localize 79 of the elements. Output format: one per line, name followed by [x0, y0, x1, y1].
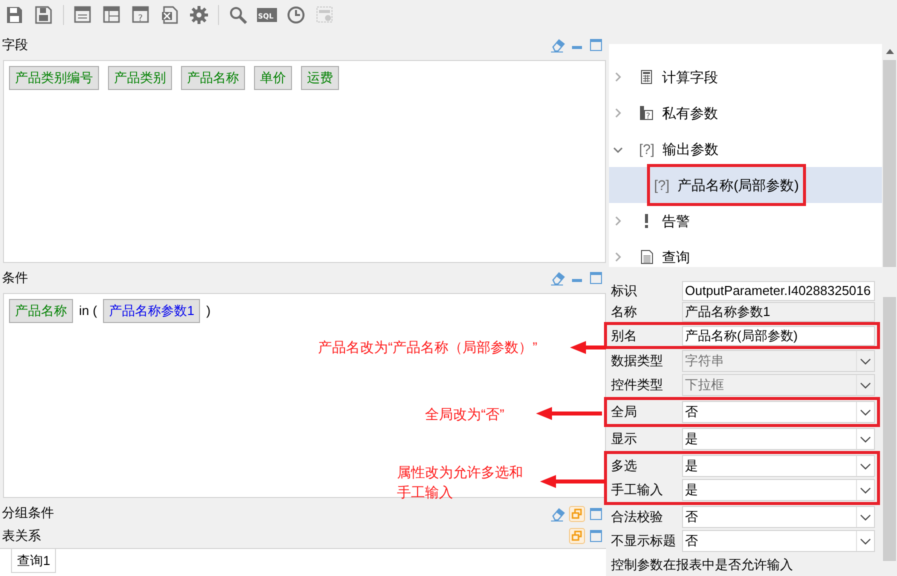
- chevron-down-icon[interactable]: [856, 531, 874, 551]
- search-icon[interactable]: [228, 5, 248, 25]
- eraser-icon[interactable]: [550, 270, 566, 286]
- property-label: 别名: [610, 326, 638, 345]
- tree-item[interactable]: 查询: [609, 239, 882, 267]
- panel-title: 字段: [2, 36, 28, 54]
- chevron-down-icon[interactable]: [856, 480, 874, 500]
- property-label: 手工输入: [610, 481, 664, 500]
- layout-icon[interactable]: [73, 5, 93, 25]
- tree-item[interactable]: ? 私有参数: [609, 95, 882, 131]
- query-tab[interactable]: 查询1: [11, 549, 56, 573]
- chevron-down-icon[interactable]: [856, 456, 874, 476]
- property-dropdown[interactable]: 是: [682, 428, 875, 450]
- property-dropdown[interactable]: 否: [682, 401, 875, 423]
- property-label: 标识: [610, 282, 638, 300]
- bracket-question-icon: [?]: [654, 174, 670, 196]
- annotation-text: 全局改为“否”: [425, 405, 504, 424]
- eraser-icon[interactable]: [550, 506, 566, 522]
- maximize-icon[interactable]: [588, 506, 604, 522]
- operator-text: ): [206, 302, 211, 320]
- property-label: 名称: [610, 302, 638, 321]
- tree-item[interactable]: 告警: [609, 203, 882, 239]
- property-label: 显示: [610, 430, 638, 448]
- bracket-question-icon: [?]: [639, 138, 655, 160]
- property-dropdown[interactable]: 否: [682, 506, 875, 528]
- save-as-icon[interactable]: [34, 5, 54, 25]
- tree-label: 计算字段: [662, 68, 718, 86]
- tree-label: 告警: [662, 212, 690, 230]
- panel-title: 表关系: [2, 527, 41, 546]
- document-icon: [639, 249, 654, 265]
- tree-item[interactable]: [?] 输出参数: [609, 131, 882, 167]
- tree-label: 输出参数: [662, 140, 719, 158]
- property-label: 全局: [610, 403, 638, 422]
- property-dropdown[interactable]: 是: [682, 479, 875, 501]
- parameter-chip[interactable]: 产品名称参数1: [103, 299, 200, 323]
- calculator-icon: [639, 69, 654, 85]
- property-dropdown[interactable]: 是: [682, 455, 875, 477]
- arrow-icon: [536, 406, 602, 421]
- property-field[interactable]: OutputParameter.I40288325016: [682, 280, 875, 300]
- field-chip[interactable]: 产品名称: [181, 66, 245, 90]
- field-chip[interactable]: 单价: [254, 66, 292, 90]
- tree-label: 产品名称(局部参数): [678, 176, 799, 195]
- clock-icon[interactable]: [286, 5, 306, 25]
- field-chip[interactable]: 产品类别: [108, 66, 172, 90]
- panel-title: 条件: [2, 269, 28, 288]
- question-box-icon[interactable]: ?: [131, 5, 151, 25]
- field-chip[interactable]: 产品类别编号: [9, 66, 99, 90]
- tree-item[interactable]: 计算字段: [609, 59, 882, 95]
- document-x-icon[interactable]: [160, 5, 180, 25]
- chevron-down-icon[interactable]: [856, 507, 874, 527]
- scroll-up-icon[interactable]: [886, 49, 894, 54]
- field-chip[interactable]: 产品名称: [9, 299, 73, 323]
- save-icon[interactable]: [5, 5, 25, 25]
- chevron-down-icon[interactable]: [856, 429, 874, 449]
- tree-label: 私有参数: [662, 104, 718, 122]
- annotation-text: 属性改为允许多选和: [397, 463, 523, 482]
- property-dropdown[interactable]: 否: [682, 530, 875, 552]
- property-label: 合法校验: [610, 508, 664, 526]
- eraser-icon[interactable]: [550, 37, 566, 53]
- panel-title: 分组条件: [2, 504, 54, 522]
- operator-text: in (: [79, 302, 98, 320]
- scrollbar[interactable]: [882, 44, 897, 267]
- maximize-icon[interactable]: [588, 528, 604, 544]
- field-chip[interactable]: 运费: [301, 66, 339, 90]
- property-label: 控件类型: [610, 376, 664, 394]
- table-icon[interactable]: [102, 5, 122, 25]
- tree-item[interactable]: [?] 产品名称(局部参数): [609, 167, 882, 203]
- tree-label: 查询: [662, 248, 690, 266]
- annotation-text: 产品名改为“产品名称（局部参数）”: [318, 338, 538, 357]
- maximize-icon[interactable]: [588, 270, 604, 286]
- property-description: 控制参数在报表中是否允许输入: [610, 556, 794, 574]
- property-label: 多选: [610, 457, 638, 476]
- annotation-text: 手工输入: [397, 483, 454, 502]
- property-field[interactable]: 产品名称(局部参数): [682, 326, 875, 346]
- property-label: 不显示标题: [610, 532, 677, 550]
- property-label: 数据类型: [610, 352, 664, 370]
- maximize-icon[interactable]: [588, 37, 604, 53]
- chevron-down-icon[interactable]: [856, 402, 874, 422]
- settings-icon[interactable]: [189, 5, 209, 25]
